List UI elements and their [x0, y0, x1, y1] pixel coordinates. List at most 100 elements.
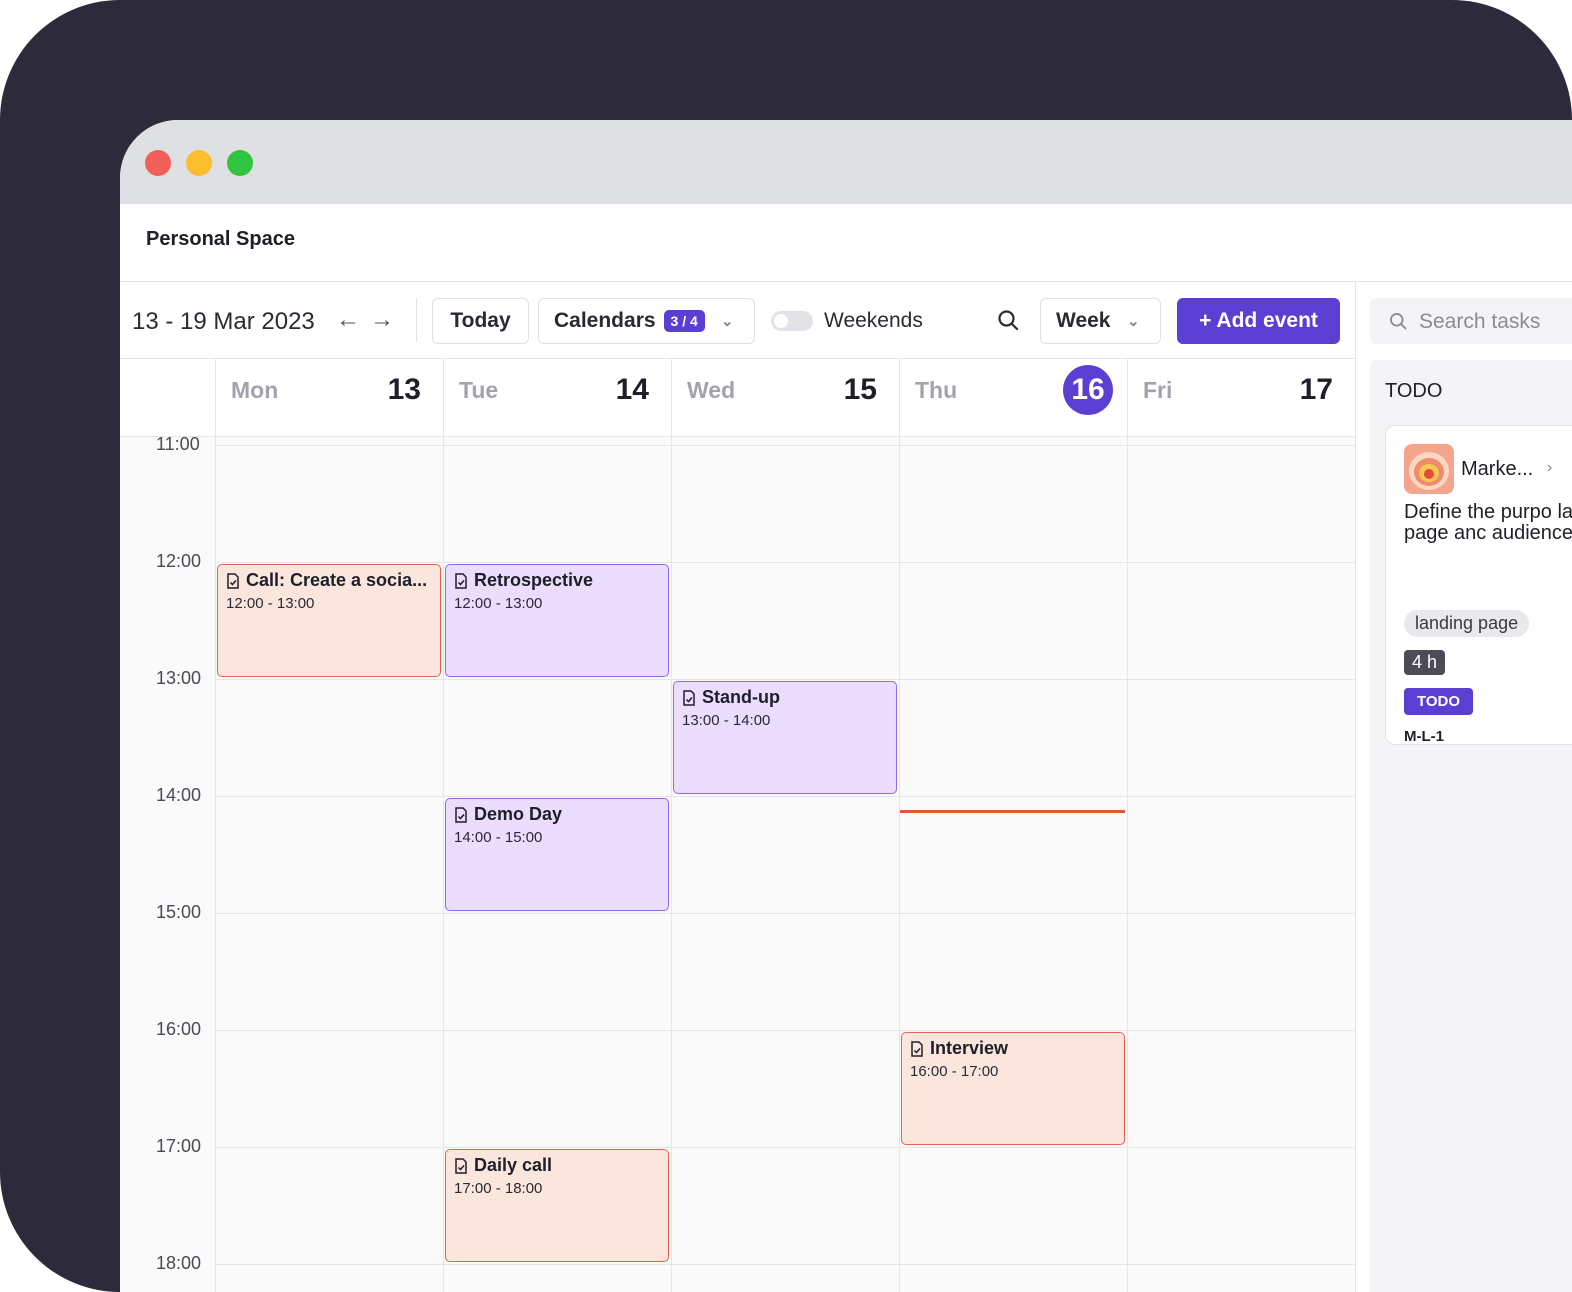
event-title-text: Call: Create a socia... [246, 570, 428, 590]
chevron-right-icon: › [1547, 459, 1553, 476]
task-code: M-L-1 [1404, 728, 1444, 745]
chevron-down-icon: ⌄ [1127, 313, 1140, 330]
day-header-wed[interactable]: Wed 15 [671, 359, 899, 437]
hour-label: 16:00 [156, 1019, 202, 1039]
day-column-divider [671, 437, 672, 1292]
day-date-number: 15 [843, 373, 877, 406]
arrow-left-icon[interactable]: ← [336, 306, 360, 334]
view-select[interactable]: Week ⌄ [1040, 298, 1161, 344]
event-title-text: Demo Day [474, 804, 563, 824]
day-headers: Mon 13 Tue 14 Wed 15 Thu 16 Fri 17 [120, 359, 1355, 437]
date-range: 13 - 19 Mar 2023 [132, 308, 315, 335]
minimize-window-button[interactable] [186, 150, 212, 176]
maximize-window-button[interactable] [227, 150, 253, 176]
day-name: Fri [1143, 377, 1173, 403]
hour-label: 12:00 [156, 551, 202, 571]
day-column-divider [443, 437, 444, 1292]
weekends-label: Weekends [824, 309, 923, 332]
week-calendar: Mon 13 Tue 14 Wed 15 Thu 16 Fri 17 11:00 12:00 13:0… [120, 359, 1356, 1292]
event-time: 12:00 - 13:00 [454, 595, 543, 612]
hour-gridline [215, 562, 1355, 563]
day-date-number: 13 [387, 373, 421, 406]
title-bar [120, 120, 1572, 204]
device-frame: Personal Space 13 - 19 Mar 2023 ← → Toda… [0, 0, 1572, 1292]
project-icon [1404, 444, 1454, 494]
calendar-event[interactable]: Demo Day 14:00 - 15:00 [445, 798, 669, 911]
day-name: Thu [915, 377, 958, 403]
hour-gridline [215, 796, 1355, 797]
tasks-panel: Search tasks TODO Marke... › Define the … [1356, 282, 1572, 1292]
calendar-event[interactable]: Daily call 17:00 - 18:00 [445, 1149, 669, 1262]
search-icon[interactable] [996, 308, 1020, 332]
event-time: 12:00 - 13:00 [226, 595, 315, 612]
calendar-event[interactable]: Call: Create a socia... 12:00 - 13:00 [217, 564, 441, 677]
event-time: 13:00 - 14:00 [682, 712, 771, 729]
chevron-down-icon: ⌄ [721, 313, 734, 330]
day-header-thu[interactable]: Thu 16 [899, 359, 1127, 437]
event-title: Call: Create a socia... [226, 570, 432, 591]
hour-label: 18:00 [156, 1253, 202, 1273]
day-name: Wed [687, 377, 736, 403]
hour-label: 11:00 [156, 434, 200, 454]
current-time-indicator [899, 810, 1125, 813]
calendar-event[interactable]: Interview 16:00 - 17:00 [901, 1032, 1125, 1145]
hour-gridline [215, 1030, 1355, 1031]
event-time: 16:00 - 17:00 [910, 1063, 999, 1080]
hour-gridline [215, 1264, 1355, 1265]
time-estimate-badge: 4 h [1404, 650, 1446, 675]
calendar-toolbar: 13 - 19 Mar 2023 ← → Today Calendars 3 /… [120, 282, 1355, 359]
arrow-right-icon[interactable]: → [370, 306, 394, 334]
task-description: Define the purpo landing page anc audien… [1404, 501, 1572, 544]
document-check-icon [911, 1040, 923, 1057]
app-window: Personal Space 13 - 19 Mar 2023 ← → Toda… [120, 120, 1572, 1292]
time-grid[interactable]: 11:00 12:00 13:00 14:00 15:00 16:00 17:00 18:00… [120, 434, 1356, 1292]
task-tag: landing page [1404, 610, 1530, 637]
event-title-text: Retrospective [474, 570, 594, 590]
project-name: Marke... [1461, 458, 1534, 480]
event-title: Demo Day [454, 804, 660, 825]
toggle-knob [774, 314, 788, 328]
event-title: Interview [910, 1038, 1116, 1059]
close-window-button[interactable] [145, 150, 171, 176]
day-column-divider [899, 437, 900, 1292]
day-date-number: 17 [1299, 373, 1333, 406]
column-title: TODO [1385, 380, 1443, 402]
day-header-fri[interactable]: Fri 17 [1127, 359, 1355, 437]
calendars-label: Calendars [554, 309, 656, 332]
hour-label: 13:00 [156, 668, 202, 688]
event-title-text: Daily call [474, 1155, 553, 1175]
hour-label: 17:00 [156, 1136, 202, 1156]
event-title: Stand-up [682, 687, 888, 708]
document-check-icon [683, 689, 695, 706]
day-name: Mon [231, 377, 279, 403]
day-date-number: 14 [615, 373, 649, 406]
day-column-divider [1127, 437, 1128, 1292]
document-check-icon [455, 806, 467, 823]
calendar-event[interactable]: Stand-up 13:00 - 14:00 [673, 681, 897, 794]
event-title: Retrospective [454, 570, 660, 591]
add-event-button[interactable]: + Add event [1177, 298, 1340, 344]
toolbar-divider [416, 298, 417, 342]
search-tasks-field[interactable]: Search tasks [1370, 298, 1572, 344]
task-card[interactable]: Marke... › Define the purpo landing page… [1385, 425, 1572, 745]
event-time: 14:00 - 15:00 [454, 829, 543, 846]
event-title-text: Stand-up [702, 687, 780, 707]
status-badge: TODO [1404, 688, 1474, 715]
day-header-tue[interactable]: Tue 14 [443, 359, 671, 437]
calendar-event[interactable]: Retrospective 12:00 - 13:00 [445, 564, 669, 677]
hour-gridline [215, 1147, 1355, 1148]
document-check-icon [455, 572, 467, 589]
calendars-dropdown[interactable]: Calendars 3 / 4 ⌄ [538, 298, 755, 344]
today-button[interactable]: Today [432, 298, 529, 344]
document-check-icon [455, 1157, 467, 1174]
hour-gridline [215, 445, 1355, 446]
search-icon [1390, 313, 1407, 330]
search-tasks-placeholder: Search tasks [1419, 310, 1541, 333]
document-check-icon [227, 572, 239, 589]
hour-gridline [215, 679, 1355, 680]
calendars-count-badge: 3 / 4 [663, 310, 705, 332]
page-title: Personal Space [146, 228, 295, 250]
hour-gridline [215, 913, 1355, 914]
weekends-toggle[interactable] [771, 311, 813, 331]
day-header-mon[interactable]: Mon 13 [215, 359, 443, 437]
